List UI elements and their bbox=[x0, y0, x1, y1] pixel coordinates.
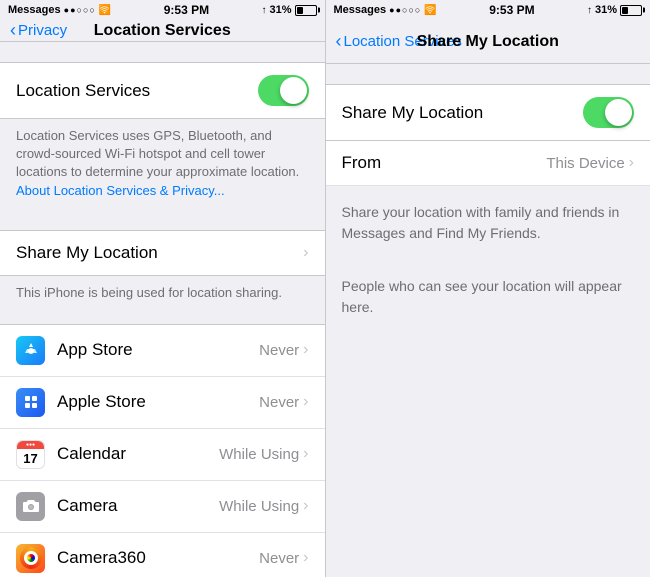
app-store-label: App Store bbox=[57, 340, 133, 360]
share-my-location-label: Share My Location bbox=[16, 243, 158, 263]
people-location-desc: People who can see your location will ap… bbox=[342, 276, 635, 318]
left-nav-title: Location Services bbox=[94, 22, 231, 40]
carrier-text: Messages bbox=[8, 4, 61, 16]
camera-value: While Using bbox=[219, 498, 299, 515]
calendar-label: Calendar bbox=[57, 444, 126, 464]
left-nav-bar: ‹ Privacy Location Services bbox=[0, 20, 325, 42]
camera360-label: Camera360 bbox=[57, 548, 146, 568]
status-bars: Messages ●●○○○ 🛜 9:53 PM ↑ 31% Messages … bbox=[0, 0, 650, 20]
app-store-icon bbox=[16, 336, 45, 365]
camera360-chevron-icon: › bbox=[303, 549, 308, 567]
share-my-location-row[interactable]: Share My Location › bbox=[0, 230, 325, 276]
right-panel: ‹ Location Services Share My Location Sh… bbox=[326, 20, 650, 577]
main-content: ‹ Privacy Location Services Location Ser… bbox=[0, 20, 650, 577]
left-status-right: ↑ 31% bbox=[261, 4, 316, 16]
list-item[interactable]: Apple Store Never › bbox=[0, 377, 325, 429]
share-location-toggle[interactable] bbox=[583, 97, 634, 128]
from-right: This Device › bbox=[546, 154, 634, 172]
share-location-toggle-row: Share My Location bbox=[326, 84, 650, 141]
right-wifi-icon: 🛜 bbox=[424, 5, 436, 16]
share-my-location-right: › bbox=[303, 244, 308, 262]
app-store-row-left: App Store bbox=[16, 336, 133, 365]
app-store-right: Never › bbox=[259, 341, 308, 359]
location-services-toggle-row: Location Services bbox=[0, 62, 325, 119]
camera360-right: Never › bbox=[259, 549, 308, 567]
right-location-icon: ↑ bbox=[587, 5, 592, 16]
calendar-right: While Using › bbox=[219, 445, 308, 463]
app-store-chevron-icon: › bbox=[303, 341, 308, 359]
camera-icon bbox=[16, 492, 45, 521]
right-nav-bar: ‹ Location Services Share My Location bbox=[326, 20, 650, 64]
location-privacy-link[interactable]: About Location Services & Privacy... bbox=[16, 183, 225, 198]
battery-icon-left bbox=[295, 5, 317, 16]
camera360-row-left: Camera360 bbox=[16, 544, 146, 573]
from-value: This Device bbox=[546, 155, 624, 172]
left-panel: ‹ Privacy Location Services Location Ser… bbox=[0, 20, 325, 577]
camera-row-left: Camera bbox=[16, 492, 117, 521]
camera360-icon bbox=[16, 544, 45, 573]
left-back-button[interactable]: ‹ Privacy bbox=[10, 20, 67, 41]
apple-store-icon bbox=[16, 388, 45, 417]
apple-store-value: Never bbox=[259, 394, 299, 411]
left-back-label: Privacy bbox=[18, 22, 67, 39]
calendar-row-left: ●●● 17 Calendar bbox=[16, 440, 126, 469]
signal-dots: ●●○○○ bbox=[64, 5, 96, 15]
list-item[interactable]: ●●● 17 Calendar While Using › bbox=[0, 429, 325, 481]
camera360-value: Never bbox=[259, 550, 299, 567]
share-location-toggle-label: Share My Location bbox=[342, 103, 484, 123]
right-back-chevron-icon: ‹ bbox=[336, 31, 342, 52]
from-label: From bbox=[342, 153, 382, 173]
calendar-chevron-icon: › bbox=[303, 445, 308, 463]
location-services-description: Location Services uses GPS, Bluetooth, a… bbox=[0, 119, 325, 210]
share-location-description: Share your location with family and frie… bbox=[342, 202, 635, 244]
location-services-toggle[interactable] bbox=[258, 75, 309, 106]
camera-label: Camera bbox=[57, 496, 117, 516]
calendar-value: While Using bbox=[219, 446, 299, 463]
right-signal-dots: ●●○○○ bbox=[389, 5, 421, 15]
app-list-card: App Store Never › bbox=[0, 324, 325, 577]
camera-chevron-icon: › bbox=[303, 497, 308, 515]
left-time: 9:53 PM bbox=[164, 3, 209, 17]
from-chevron-icon: › bbox=[629, 154, 634, 172]
from-section: From This Device › bbox=[326, 141, 650, 186]
apple-store-row-left: Apple Store bbox=[16, 388, 146, 417]
right-nav-title: Share My Location bbox=[417, 33, 559, 51]
app-list: App Store Never › bbox=[0, 324, 325, 577]
right-status-bar: Messages ●●○○○ 🛜 9:53 PM ↑ 31% bbox=[326, 0, 650, 20]
right-carrier: Messages ●●○○○ 🛜 bbox=[334, 4, 437, 16]
apple-store-right: Never › bbox=[259, 393, 308, 411]
right-time: 9:53 PM bbox=[489, 3, 534, 17]
share-my-location-chevron-icon: › bbox=[303, 244, 308, 262]
location-services-label: Location Services bbox=[16, 81, 150, 101]
left-status-bar: Messages ●●○○○ 🛜 9:53 PM ↑ 31% bbox=[0, 0, 325, 20]
iphone-location-desc: This iPhone is being used for location s… bbox=[0, 276, 325, 314]
list-item[interactable]: Camera360 Never › bbox=[0, 533, 325, 577]
battery-pct-right: 31% bbox=[595, 4, 617, 16]
camera-right: While Using › bbox=[219, 497, 308, 515]
location-icon: ↑ bbox=[261, 5, 266, 16]
calendar-icon: ●●● 17 bbox=[16, 440, 45, 469]
apple-store-chevron-icon: › bbox=[303, 393, 308, 411]
apple-store-label: Apple Store bbox=[57, 392, 146, 412]
description-body: Location Services uses GPS, Bluetooth, a… bbox=[16, 128, 299, 179]
right-status-right: ↑ 31% bbox=[587, 4, 642, 16]
left-carrier: Messages ●●○○○ 🛜 bbox=[8, 4, 111, 16]
left-back-chevron-icon: ‹ bbox=[10, 20, 16, 41]
right-carrier-text: Messages bbox=[334, 4, 387, 16]
wifi-icon: 🛜 bbox=[99, 5, 111, 16]
battery-icon-right bbox=[620, 5, 642, 16]
list-item[interactable]: Camera While Using › bbox=[0, 481, 325, 533]
app-store-value: Never bbox=[259, 342, 299, 359]
list-item[interactable]: App Store Never › bbox=[0, 325, 325, 377]
battery-pct-left: 31% bbox=[269, 4, 291, 16]
from-row[interactable]: From This Device › bbox=[326, 141, 650, 186]
